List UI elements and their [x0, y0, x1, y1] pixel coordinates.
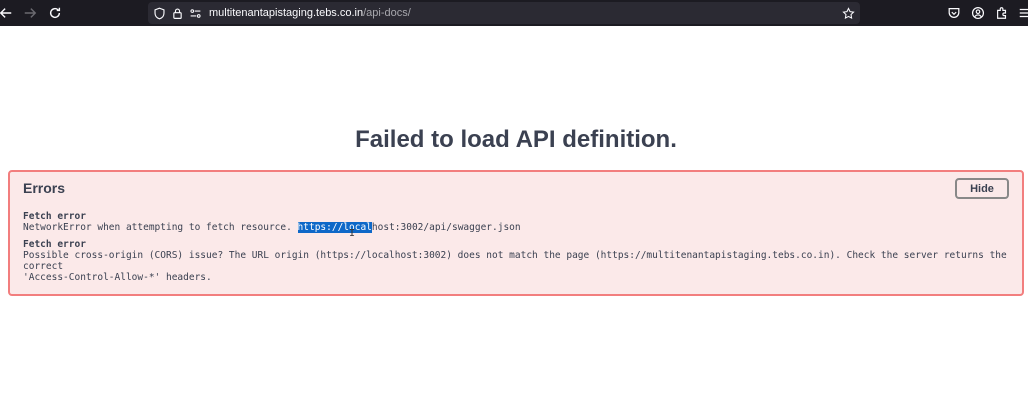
- error-message[interactable]: Possible cross-origin (CORS) issue? The …: [23, 250, 1013, 283]
- browser-toolbar: multitenantapistaging.tebs.co.in/api-doc…: [0, 0, 1028, 26]
- error-title: Fetch error: [23, 239, 86, 250]
- reload-icon[interactable]: [45, 3, 65, 23]
- account-icon[interactable]: [969, 4, 987, 22]
- pocket-icon[interactable]: [945, 4, 963, 22]
- extensions-icon[interactable]: [993, 4, 1011, 22]
- text-cursor-icon: I: [349, 228, 356, 239]
- error-message[interactable]: NetworkError when attempting to fetch re…: [23, 222, 1013, 233]
- selected-text: https://local: [297, 222, 372, 233]
- url-path: /api-docs/: [363, 7, 411, 19]
- error-item: Fetch error Possible cross-origin (CORS)…: [23, 239, 1013, 283]
- error-item: Fetch error NetworkError when attempting…: [23, 211, 1013, 233]
- page-title: Failed to load API definition.: [355, 126, 677, 153]
- back-arrow-icon[interactable]: [0, 3, 16, 23]
- forward-arrow-icon[interactable]: [20, 3, 40, 23]
- errors-panel: Errors Hide Fetch error NetworkError whe…: [8, 170, 1024, 296]
- error-message-suffix: host:3002/api/swagger.json: [371, 222, 521, 233]
- url-bar[interactable]: multitenantapistaging.tebs.co.in/api-doc…: [148, 2, 860, 24]
- error-message-prefix: NetworkError when attempting to fetch re…: [23, 222, 298, 233]
- bookmark-star-icon[interactable]: [841, 6, 855, 20]
- hide-button[interactable]: Hide: [955, 178, 1009, 199]
- error-title: Fetch error: [23, 211, 86, 222]
- url-host: multitenantapistaging.tebs.co.in: [209, 7, 364, 19]
- permissions-icon[interactable]: [188, 6, 202, 20]
- menu-icon[interactable]: [1016, 4, 1028, 22]
- errors-heading: Errors: [23, 180, 66, 196]
- lock-icon[interactable]: [170, 6, 184, 20]
- shield-icon[interactable]: [152, 6, 166, 20]
- url-text[interactable]: multitenantapistaging.tebs.co.in/api-doc…: [209, 6, 411, 20]
